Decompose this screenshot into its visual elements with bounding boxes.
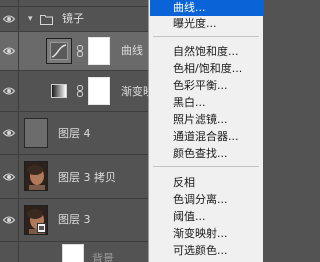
mask-thumbnail[interactable] xyxy=(88,77,110,105)
layer-row-layer-4[interactable]: 图层 4 xyxy=(0,112,148,155)
layer-row-partial[interactable] xyxy=(0,0,148,7)
layer-row-layer-3-copy[interactable]: 图层 3 拷贝 xyxy=(0,155,148,199)
menu-item-gradient-map[interactable]: 渐变映射... xyxy=(173,227,228,240)
eye-icon[interactable] xyxy=(3,128,15,138)
adjustment-thumbnail xyxy=(46,38,72,64)
layer-thumbnail xyxy=(62,244,84,262)
eye-icon[interactable] xyxy=(3,215,15,225)
layer-thumbnail xyxy=(24,118,48,148)
portrait-thumbnail xyxy=(24,205,48,235)
layer-name: 渐变映 xyxy=(121,85,148,98)
portrait-thumbnail xyxy=(24,161,48,191)
menu-item-channel-mixer[interactable]: 通道混合器... xyxy=(173,130,239,143)
menu-highlight xyxy=(150,0,264,16)
menu-item-curves[interactable]: 曲线... xyxy=(173,1,206,14)
menu-item-invert[interactable]: 反相 xyxy=(173,176,195,189)
portrait-image xyxy=(25,162,47,190)
layer-name: 图层 3 xyxy=(58,213,91,226)
menu-item-hue-saturation[interactable]: 色相/饱和度... xyxy=(173,62,242,75)
layer-row-background[interactable]: 背景 xyxy=(0,242,148,262)
layer-row-curves[interactable]: 曲线 xyxy=(0,32,148,71)
layer-group-row[interactable]: ▾ 镜子 xyxy=(0,7,148,32)
mask-thumbnail[interactable] xyxy=(88,37,110,65)
layers-panel: ▾ 镜子 曲线 渐变 图层 4 图层 3 拷贝 图层 3 背景 xyxy=(0,0,148,262)
curves-icon xyxy=(50,42,68,60)
link-chain-icon[interactable] xyxy=(76,85,84,97)
eye-icon[interactable] xyxy=(3,172,15,182)
menu-item-black-white[interactable]: 黑白... xyxy=(173,96,206,109)
eye-icon[interactable] xyxy=(3,14,15,24)
layer-name: 背景 xyxy=(92,252,114,262)
chevron-down-icon[interactable]: ▾ xyxy=(28,14,33,24)
smart-object-icon xyxy=(37,223,46,233)
menu-item-posterize[interactable]: 色调分离... xyxy=(173,193,228,206)
folder-icon xyxy=(40,15,53,25)
menu-separator xyxy=(153,166,259,167)
link-chain-icon[interactable] xyxy=(76,45,84,57)
layer-name: 图层 4 xyxy=(58,127,91,140)
layer-row-layer-3[interactable]: 图层 3 xyxy=(0,199,148,242)
eye-icon[interactable] xyxy=(3,46,15,56)
eye-icon[interactable] xyxy=(3,86,15,96)
menu-item-vibrance[interactable]: 自然饱和度... xyxy=(173,45,239,58)
group-name: 镜子 xyxy=(62,12,84,25)
menu-item-photo-filter[interactable]: 照片滤镜... xyxy=(173,113,228,126)
layer-row-gradient-map[interactable]: 渐变映 xyxy=(0,71,148,112)
menu-item-color-lookup[interactable]: 颜色查找... xyxy=(173,147,228,160)
menu-item-color-balance[interactable]: 色彩平衡... xyxy=(173,79,228,92)
layer-name: 图层 3 拷贝 xyxy=(58,171,116,184)
menu-item-threshold[interactable]: 阈值... xyxy=(173,210,206,223)
menu-separator xyxy=(153,36,259,37)
gradient-map-icon xyxy=(51,84,67,98)
menu-item-exposure[interactable]: 曝光度... xyxy=(173,17,217,30)
menu-item-selective-color[interactable]: 可选颜色... xyxy=(173,244,228,257)
layer-name: 曲线 xyxy=(121,44,143,57)
adjustment-layer-menu: 曲线... 曝光度... 自然饱和度... 色相/饱和度... 色彩平衡... … xyxy=(148,0,264,262)
